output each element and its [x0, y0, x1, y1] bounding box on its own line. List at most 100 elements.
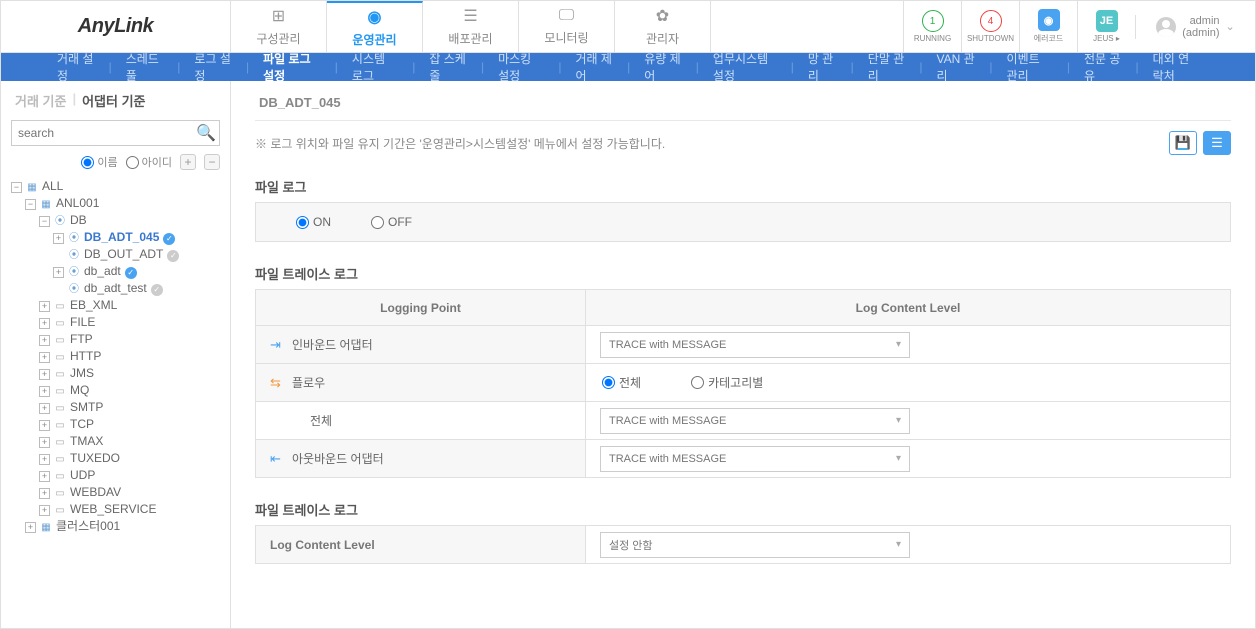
- info-note: ※ 로그 위치와 파일 유지 기간은 '운영관리>시스템설정' 메뉴에서 설정 …: [255, 135, 665, 152]
- subnav-item[interactable]: 이벤트 관리: [1001, 50, 1059, 84]
- tree-toggle[interactable]: +: [39, 403, 50, 414]
- search-icon[interactable]: 🔍: [196, 123, 216, 143]
- dropdown-outbound-level[interactable]: TRACE with MESSAGE: [600, 446, 910, 472]
- tree-toggle[interactable]: +: [53, 267, 64, 278]
- status-running[interactable]: 1 RUNNING: [903, 1, 961, 53]
- topright: 1 RUNNING 4SHUTDOWN ◉에러코드 JEJEUS ▸ admin(…: [903, 1, 1255, 52]
- dropdown-inbound-level[interactable]: TRACE with MESSAGE: [600, 332, 910, 358]
- topnav-deploy[interactable]: ☰배포관리: [423, 1, 519, 52]
- tree-node[interactable]: FILE: [70, 315, 95, 329]
- tree-toggle[interactable]: +: [39, 471, 50, 482]
- tree-node[interactable]: HTTP: [70, 349, 101, 363]
- subnav-item[interactable]: 거래 설정: [51, 50, 101, 84]
- tree-toggle[interactable]: +: [39, 505, 50, 516]
- proto-icon: ▭: [53, 454, 67, 466]
- topnav-operation[interactable]: ◉운영관리: [327, 1, 423, 52]
- status-errcode[interactable]: ◉에러코드: [1019, 1, 1077, 53]
- collapse-all-button[interactable]: −: [204, 154, 220, 170]
- subnav-item[interactable]: 전문 공유: [1078, 50, 1128, 84]
- trace2-label: Log Content Level: [256, 526, 586, 564]
- tree-node-all[interactable]: ALL: [42, 179, 63, 193]
- tree-toggle[interactable]: −: [25, 199, 36, 210]
- subnav-item[interactable]: 잡 스케줄: [423, 50, 473, 84]
- status-jeus[interactable]: JEJEUS ▸: [1077, 1, 1135, 53]
- tree-toggle[interactable]: +: [39, 318, 50, 329]
- filelog-row: ON OFF: [256, 203, 1230, 241]
- tree-node[interactable]: EB_XML: [70, 298, 117, 312]
- status-shutdown[interactable]: 4SHUTDOWN: [961, 1, 1019, 53]
- proto-icon: ▭: [53, 437, 67, 449]
- subnav-item[interactable]: 업무시스템 설정: [707, 50, 783, 84]
- page-title: DB_ADT_045: [255, 95, 1231, 121]
- tree-node[interactable]: SMTP: [70, 400, 103, 414]
- subnav-item[interactable]: 대외 연락처: [1147, 50, 1205, 84]
- save-button[interactable]: 💾: [1169, 131, 1197, 155]
- tree-toggle[interactable]: +: [39, 437, 50, 448]
- tree-toggle[interactable]: +: [39, 352, 50, 363]
- check-icon: ✓: [125, 267, 137, 279]
- tree-toggle[interactable]: −: [11, 182, 22, 193]
- radio-id[interactable]: 아이디: [126, 154, 172, 170]
- tree-node[interactable]: FTP: [70, 332, 93, 346]
- tree-node[interactable]: JMS: [70, 366, 94, 380]
- tree-node-selected[interactable]: DB_ADT_045: [84, 230, 159, 244]
- tree-node-db[interactable]: DB: [70, 213, 87, 227]
- tree-toggle[interactable]: +: [53, 233, 64, 244]
- subnav-item-active[interactable]: 파일 로그 설정: [257, 50, 327, 84]
- radio-flow-all[interactable]: 전체: [602, 374, 641, 391]
- tree-toggle[interactable]: +: [39, 301, 50, 312]
- tree-toggle[interactable]: +: [39, 369, 50, 380]
- radio-name[interactable]: 이름: [81, 154, 117, 170]
- proto-icon: ▭: [53, 403, 67, 415]
- tree-toggle[interactable]: −: [39, 216, 50, 227]
- radio-off[interactable]: OFF: [371, 215, 412, 229]
- topnav-admin[interactable]: ✿관리자: [615, 1, 711, 52]
- subnav-item[interactable]: 거래 제어: [570, 50, 620, 84]
- user-menu[interactable]: admin(admin) ⌄: [1135, 15, 1255, 39]
- topnav-config[interactable]: ⊞구성관리: [231, 1, 327, 52]
- subnav-item[interactable]: 망 관리: [802, 50, 843, 84]
- tree-toggle[interactable]: +: [39, 420, 50, 431]
- tree-toggle[interactable]: +: [39, 386, 50, 397]
- dropdown-flow-level[interactable]: TRACE with MESSAGE: [600, 408, 910, 434]
- tree-toggle[interactable]: +: [39, 488, 50, 499]
- topnav-monitoring[interactable]: 🖵모니터링: [519, 1, 615, 52]
- tree-node[interactable]: TCP: [70, 417, 94, 431]
- sidetab-transaction[interactable]: 거래 기준: [15, 91, 66, 110]
- list-button[interactable]: ☰: [1203, 131, 1231, 155]
- tree-node[interactable]: WEBDAV: [70, 485, 121, 499]
- subnav-item[interactable]: VAN 관리: [930, 50, 981, 84]
- tree-node[interactable]: DB_OUT_ADT: [84, 247, 163, 261]
- dropdown-trace2-level[interactable]: 설정 안함: [600, 532, 910, 558]
- subnav-item[interactable]: 단말 관리: [862, 50, 912, 84]
- proto-icon: ▭: [53, 471, 67, 483]
- running-label: RUNNING: [914, 34, 951, 43]
- errcode-label: 에러코드: [1034, 33, 1063, 44]
- subnav-item[interactable]: 마스킹 설정: [492, 50, 550, 84]
- radio-on[interactable]: ON: [296, 215, 331, 229]
- tree-node[interactable]: MQ: [70, 383, 89, 397]
- subnav-item[interactable]: 시스템 로그: [346, 50, 404, 84]
- search-input[interactable]: [11, 120, 220, 146]
- tree-toggle[interactable]: +: [25, 522, 36, 533]
- tree-node[interactable]: db_adt: [84, 264, 121, 278]
- topnav: ⊞구성관리 ◉운영관리 ☰배포관리 🖵모니터링 ✿관리자: [231, 1, 903, 52]
- jeus-label: JEUS ▸: [1093, 34, 1120, 43]
- subnav-item[interactable]: 스레드 풀: [120, 50, 170, 84]
- subnav-item[interactable]: 유량 제어: [638, 50, 688, 84]
- tree-toggle[interactable]: +: [39, 335, 50, 346]
- tree-node[interactable]: TMAX: [70, 434, 103, 448]
- sidetab-adapter[interactable]: 어댑터 기준: [82, 91, 145, 110]
- tree-toggle[interactable]: +: [39, 454, 50, 465]
- tree-node[interactable]: ANL001: [56, 196, 99, 210]
- tree-node[interactable]: WEB_SERVICE: [70, 502, 156, 516]
- expand-all-button[interactable]: +: [180, 154, 196, 170]
- running-count: 1: [922, 10, 944, 32]
- subnav-item[interactable]: 로그 설정: [188, 50, 238, 84]
- trace2-table: Log Content Level 설정 안함: [255, 525, 1231, 564]
- tree-node[interactable]: db_adt_test: [84, 281, 147, 295]
- tree-node[interactable]: TUXEDO: [70, 451, 120, 465]
- tree-node-cluster[interactable]: 클러스터001: [56, 519, 120, 533]
- tree-node[interactable]: UDP: [70, 468, 95, 482]
- radio-flow-category[interactable]: 카테고리별: [691, 374, 763, 391]
